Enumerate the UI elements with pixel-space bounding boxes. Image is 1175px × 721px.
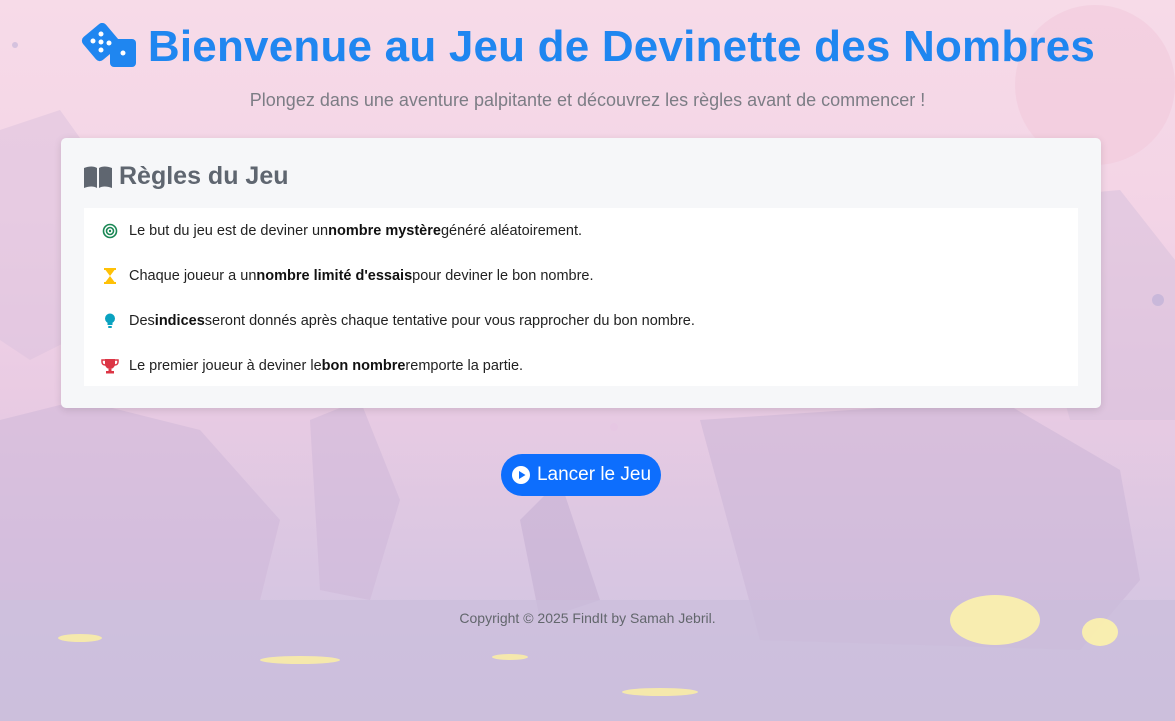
rule-text-after: remporte la partie. [405, 357, 524, 374]
rule-text-before: Chaque joueur a un [129, 267, 257, 284]
book-icon [84, 166, 112, 188]
launch-game-button[interactable]: Lancer le Jeu [501, 454, 661, 496]
rule-text-bold: nombre mystère [328, 222, 441, 239]
hourglass-icon [101, 267, 119, 285]
rules-card: Règles du Jeu Le but du jeu est de devin… [61, 138, 1101, 408]
rule-text-after: généré aléatoirement. [440, 222, 583, 239]
rule-text-after: pour deviner le bon nombre. [412, 267, 594, 284]
page-subtitle: Plongez dans une aventure palpitante et … [249, 90, 926, 110]
rules-header: Règles du Jeu [83, 162, 289, 191]
footer-copyright: Copyright © 2025 FindIt by Samah Jebril. [459, 610, 716, 626]
rule-item: Des indices seront donnés après chaque ten… [84, 298, 1078, 343]
dice-icon [81, 23, 136, 67]
rules-list: Le but du jeu est de deviner un nombre my… [84, 208, 1078, 386]
page-header: Bienvenue au Jeu de Devinette des Nombre… [0, 22, 1175, 72]
target-icon [101, 222, 119, 240]
launch-game-label: Lancer le Jeu [536, 464, 652, 485]
lightbulb-icon [101, 312, 119, 330]
rule-text-bold: nombre limité d'essais [256, 267, 413, 284]
rule-text-before: Le premier joueur à deviner le [129, 357, 322, 374]
rule-item: Le premier joueur à deviner le bon nombre… [84, 343, 1078, 388]
rule-text-before: Le but du jeu est de deviner un [129, 222, 329, 239]
rule-text-bold: indices [154, 312, 205, 329]
rules-title: Règles du Jeu [119, 162, 289, 190]
page-title: Bienvenue au Jeu de Devinette des Nombre… [147, 22, 1096, 71]
rule-text-after: seront donnés après chaque tentative pou… [204, 312, 695, 329]
play-circle-icon [511, 466, 530, 484]
rule-item: Chaque joueur a un nombre limité d'essais… [84, 253, 1078, 298]
rule-text-before: Des [129, 312, 155, 329]
trophy-icon [101, 357, 119, 375]
rule-item: Le but du jeu est de deviner un nombre my… [84, 208, 1078, 253]
rule-text-bold: bon nombre [321, 357, 406, 374]
